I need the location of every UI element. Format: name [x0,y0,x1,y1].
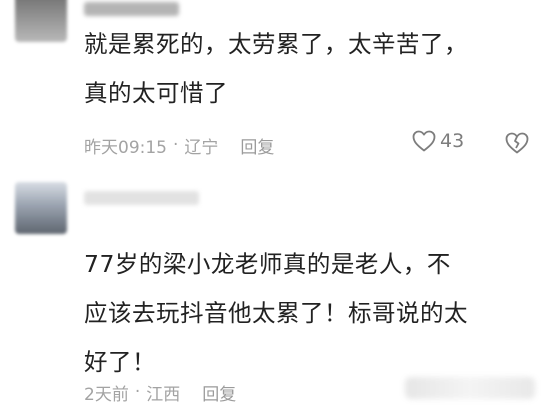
like-button[interactable]: 43 [412,130,464,152]
comment-location: 江西 [146,384,181,405]
like-actions-blurred[interactable] [405,377,535,399]
username-blurred[interactable] [84,191,199,205]
reply-button[interactable]: 回复 [240,133,274,158]
avatar[interactable] [15,182,67,234]
comment-text: 就是累死的，太劳累了，太辛苦了， 真的太可惜了 [84,30,468,107]
comment-meta: 昨天09:15 · 辽宁 回复 [84,133,274,158]
comment-location: 辽宁 [184,137,219,158]
comment-time: 2天前 [84,384,129,405]
broken-heart-icon [505,132,529,154]
reply-button[interactable]: 回复 [202,380,236,405]
like-count: 43 [440,130,465,152]
heart-outline-icon [412,130,436,152]
dislike-button[interactable] [505,132,529,158]
comment-time: 昨天09:15 [84,137,167,158]
comment-item: 77岁的梁小龙老师真的是老人，不 应该去玩抖音他太累了！标哥说的太 好了！ 2天… [0,172,545,405]
comment-item: 就是累死的，太劳累了，太辛苦了， 真的太可惜了 昨天09:15 · 辽宁 回复 … [0,0,545,172]
separator-dot: · [173,135,179,155]
separator-dot: · [134,382,141,402]
comment-meta: 2天前 · 江西 回复 [84,380,236,405]
avatar[interactable] [15,0,67,42]
comment-text: 77岁的梁小龙老师真的是老人，不 应该去玩抖音他太累了！标哥说的太 好了！ [84,250,468,376]
username-blurred[interactable] [84,2,179,16]
